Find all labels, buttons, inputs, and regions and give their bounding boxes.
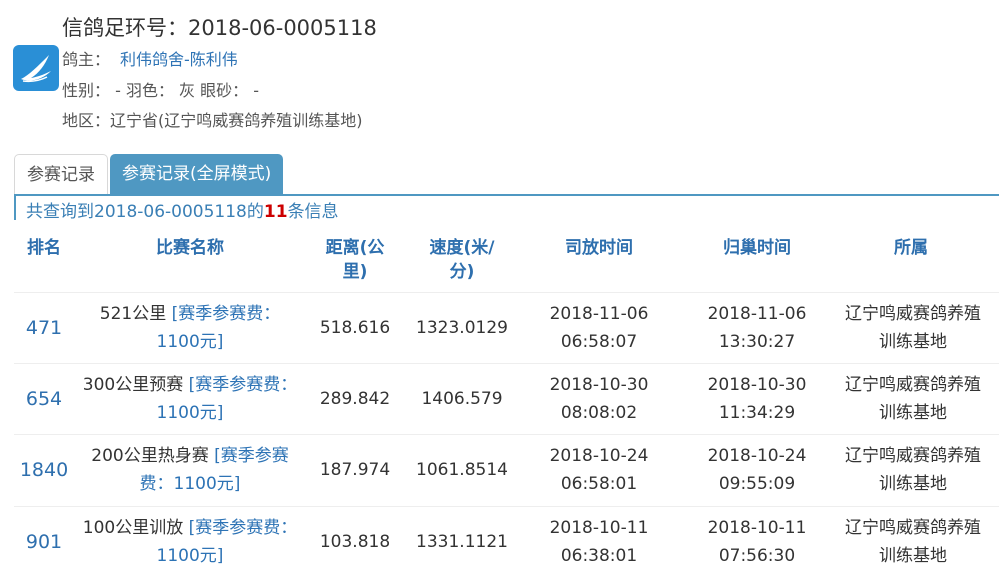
rank-cell: 471: [25, 317, 63, 339]
distance-cell: 187.974: [319, 460, 391, 480]
speed-cell: 1323.0129: [416, 318, 508, 338]
race-fee-tag: [赛季参赛费：1100元]: [156, 304, 281, 352]
result-summary: 共查询到2018-06-0005118的11条信息: [26, 197, 339, 222]
release-date: 2018-10-30: [549, 375, 649, 395]
affiliation-cell: 辽宁鸣威赛鸽养殖训练基地: [845, 375, 981, 423]
column-header-speed-line2: 分): [449, 262, 475, 282]
race-name-cell: 100公里训放 [赛季参赛费：1100元]: [80, 507, 300, 577]
column-header-distance-line1: 距离(公: [325, 238, 385, 258]
release-date: 2018-10-11: [549, 518, 649, 538]
release-time-cell: 2018-10-11 06:38:01: [520, 507, 678, 577]
summary-bar: 共查询到2018-06-0005118的11条信息: [14, 194, 999, 222]
pigeon-record-page: 信鸽足环号：2018-06-0005118 鸽主： 利伟鸽舍-陈利伟 性别： - …: [0, 0, 999, 583]
column-header-race-name: 比赛名称: [156, 238, 224, 258]
tab-race-records[interactable]: 参赛记录: [14, 154, 108, 194]
column-header-release-time: 司放时间: [565, 238, 633, 258]
release-date: 2018-11-06: [549, 304, 649, 324]
table-row: 654 300公里预赛 [赛季参赛费：1100元] 289.842 1406.5…: [14, 363, 999, 434]
region-line: 地区：辽宁省(辽宁鸣威赛鸽养殖训练基地): [62, 111, 363, 130]
dove-logo-graphic: [21, 55, 51, 83]
table-row: 471 521公里 [赛季参赛费：1100元] 518.616 1323.012…: [14, 292, 999, 363]
table-row: 1840 200公里热身赛 [赛季参赛费：1100元] 187.974 1061…: [14, 434, 999, 505]
pigeon-attributes: 性别： - 羽色： 灰 眼砂： -: [62, 81, 259, 100]
release-time-cell: 2018-10-30 08:08:02: [520, 364, 678, 434]
return-time-cell: 2018-11-06 13:30:27: [678, 293, 836, 363]
release-clock: 06:38:01: [560, 546, 638, 566]
race-name: 200公里热身赛: [91, 446, 209, 466]
return-date: 2018-11-06: [707, 304, 807, 324]
race-name-cell: 300公里预赛 [赛季参赛费：1100元]: [80, 364, 300, 434]
column-header-distance-line2: 里): [342, 262, 368, 282]
column-header-distance: 距离(公 里): [310, 236, 400, 284]
race-name: 100公里训放: [82, 518, 184, 538]
return-time-cell: 2018-10-11 07:56:30: [678, 507, 836, 577]
owner-line: 鸽主： 利伟鸽舍-陈利伟: [62, 46, 238, 70]
race-name: 300公里预赛: [82, 375, 184, 395]
summary-suffix: 条信息: [287, 202, 339, 222]
return-date: 2018-10-30: [707, 375, 807, 395]
distance-cell: 289.842: [319, 389, 391, 409]
summary-prefix: 共查询到2018-06-0005118的: [26, 202, 264, 222]
affiliation-cell: 辽宁鸣威赛鸽养殖训练基地: [845, 518, 981, 566]
tab-bar: 参赛记录 参赛记录(全屏模式): [14, 154, 284, 194]
return-clock: 07:56:30: [718, 546, 796, 566]
tab-race-records-fullscreen[interactable]: 参赛记录(全屏模式): [110, 154, 284, 194]
affiliation-cell: 辽宁鸣威赛鸽养殖训练基地: [845, 304, 981, 352]
release-time-cell: 2018-10-24 06:58:01: [520, 435, 678, 505]
race-name-cell: 200公里热身赛 [赛季参赛费：1100元]: [80, 435, 300, 505]
return-clock: 13:30:27: [718, 332, 796, 352]
owner-link[interactable]: 利伟鸽舍-陈利伟: [120, 50, 238, 69]
rank-cell: 654: [25, 388, 63, 410]
dove-logo-icon: [13, 45, 59, 91]
release-clock: 08:08:02: [560, 403, 638, 423]
return-date: 2018-10-24: [707, 446, 807, 466]
ring-number-title: 信鸽足环号：2018-06-0005118: [62, 16, 377, 40]
speed-cell: 1406.579: [421, 389, 503, 409]
column-header-affiliation: 所属: [894, 238, 928, 258]
race-name-cell: 521公里 [赛季参赛费：1100元]: [80, 293, 300, 363]
return-clock: 09:55:09: [718, 474, 796, 494]
rank-cell: 1840: [19, 459, 69, 481]
rank-cell: 901: [25, 531, 63, 553]
result-count: 11: [263, 202, 288, 222]
release-clock: 06:58:01: [560, 474, 638, 494]
column-header-rank: 排名: [27, 238, 61, 258]
affiliation-cell: 辽宁鸣威赛鸽养殖训练基地: [845, 446, 981, 494]
distance-cell: 518.616: [319, 318, 391, 338]
speed-cell: 1061.8514: [416, 460, 508, 480]
column-header-speed-line1: 速度(米/: [429, 238, 495, 258]
release-clock: 06:58:07: [560, 332, 638, 352]
speed-cell: 1331.1121: [416, 532, 508, 552]
return-clock: 11:34:29: [718, 403, 796, 423]
column-header-return-time: 归巢时间: [723, 238, 791, 258]
column-header-speed: 速度(米/ 分): [410, 236, 514, 284]
table-row: 901 100公里训放 [赛季参赛费：1100元] 103.818 1331.1…: [14, 506, 999, 577]
race-name: 521公里: [99, 304, 167, 324]
return-date: 2018-10-11: [707, 518, 807, 538]
return-time-cell: 2018-10-30 11:34:29: [678, 364, 836, 434]
distance-cell: 103.818: [319, 532, 391, 552]
release-date: 2018-10-24: [549, 446, 649, 466]
return-time-cell: 2018-10-24 09:55:09: [678, 435, 836, 505]
owner-label: 鸽主：: [62, 50, 111, 69]
release-time-cell: 2018-11-06 06:58:07: [520, 293, 678, 363]
